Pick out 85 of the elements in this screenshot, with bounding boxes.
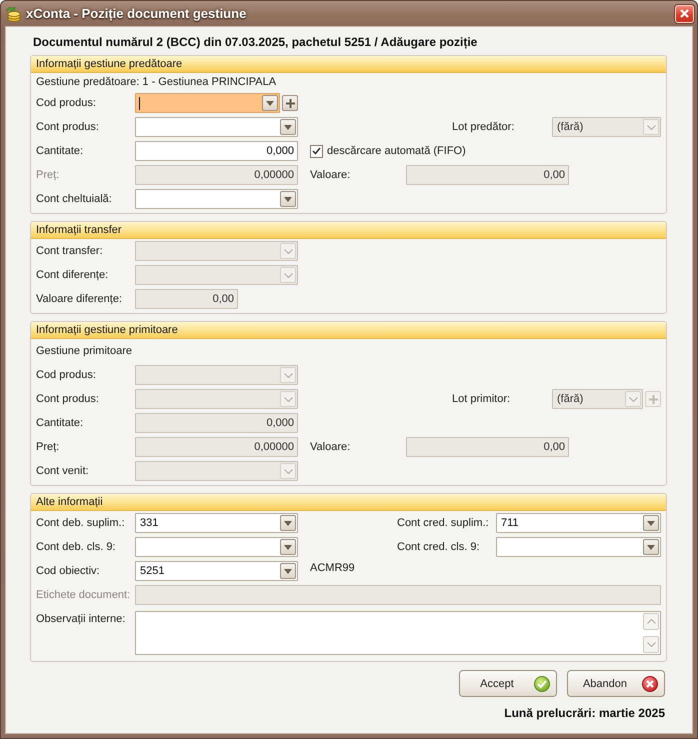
- accept-button[interactable]: Accept: [459, 670, 557, 697]
- caret-down-icon: [284, 544, 292, 550]
- field-label: Cont produs:: [36, 393, 99, 405]
- chevron-down-icon: [284, 468, 292, 474]
- dropdown-button[interactable]: [280, 539, 296, 555]
- field-label: Cantitate:: [36, 417, 84, 429]
- field-label: Cont deb. cls. 9:: [36, 541, 116, 553]
- chevron-down-icon: [646, 642, 656, 647]
- field-label: Lot predător:: [452, 121, 514, 133]
- plus-icon: [648, 394, 658, 404]
- text-area[interactable]: [135, 611, 661, 655]
- dropdown-field[interactable]: 5251: [135, 561, 298, 581]
- caret-down-icon: [266, 100, 274, 106]
- dropdown-field[interactable]: [135, 189, 298, 209]
- chevron-down-icon: [284, 272, 292, 278]
- close-button[interactable]: [675, 4, 694, 22]
- field-label: Cantitate:: [36, 145, 84, 157]
- field-label: Cont cred. suplim.:: [397, 517, 489, 529]
- dropdown-button[interactable]: [643, 515, 659, 531]
- field-label: Cod produs:: [36, 97, 96, 109]
- section-header: Informații transfer: [31, 222, 666, 239]
- cancel-button[interactable]: Abandon: [567, 670, 665, 697]
- dropdown-field[interactable]: 331: [135, 513, 298, 533]
- window-title: xConta - Poziție document gestiune: [26, 6, 246, 21]
- dropdown-button[interactable]: [280, 119, 296, 135]
- close-icon: [680, 9, 689, 18]
- status-text: Lună prelucrări: martie 2025: [504, 705, 665, 721]
- field-label: Preț:: [36, 169, 60, 181]
- chevron-down-icon: [284, 396, 292, 402]
- field-label: Cont cheltuială:: [36, 193, 112, 205]
- x-circle-icon: [642, 676, 658, 692]
- chevron-down-icon: [284, 372, 292, 378]
- dropdown-button[interactable]: [262, 95, 278, 111]
- field-label: Preț:: [36, 441, 60, 453]
- checkbox-label: descărcare automată (FIFO): [327, 145, 466, 157]
- text-cursor-icon: [139, 96, 140, 110]
- dropdown-field[interactable]: [135, 93, 280, 113]
- checkbox[interactable]: [310, 144, 323, 158]
- caret-down-icon: [647, 520, 655, 526]
- dropdown-button[interactable]: [280, 191, 296, 207]
- section-header: Informații gestiune primitoare: [31, 322, 666, 339]
- dropdown-field[interactable]: 711: [496, 513, 661, 533]
- check-circle-icon: [534, 676, 550, 692]
- caret-down-icon: [284, 124, 292, 130]
- document-heading: Documentul numărul 2 (BCC) din 07.03.2025, pachetul 5251 / Adăugare poziție: [32, 34, 478, 50]
- chevron-up-icon: [646, 619, 656, 624]
- caret-down-icon: [647, 544, 655, 550]
- plus-icon: [286, 98, 294, 108]
- coins-icon: [5, 6, 21, 22]
- chevron-down-icon: [284, 248, 292, 254]
- scroll-up-button[interactable]: [643, 613, 659, 630]
- info-text: Gestiune predătoare: 1 - Gestiunea PRINCIPALA: [36, 76, 276, 88]
- objective-code-text: ACMR99: [310, 561, 355, 575]
- chevron-down-icon: [628, 396, 638, 402]
- section-header: Alte informații: [31, 494, 666, 511]
- input-field[interactable]: 0,000: [135, 141, 298, 161]
- caret-down-icon: [284, 196, 292, 202]
- field-label: Observații interne:: [36, 613, 126, 625]
- field-label: Cont transfer:: [36, 245, 103, 257]
- dropdown-field[interactable]: [496, 537, 661, 557]
- dropdown-field[interactable]: [135, 117, 298, 137]
- add-button[interactable]: [282, 95, 298, 111]
- field-label: Cont cred. cls. 9:: [397, 541, 480, 553]
- dropdown-button[interactable]: [643, 539, 659, 555]
- dropdown-button[interactable]: [280, 563, 296, 579]
- dropdown-button[interactable]: [280, 515, 296, 531]
- field-label: Cont venit:: [36, 465, 89, 477]
- field-label: Cont diferențe:: [36, 269, 108, 281]
- chevron-down-icon: [646, 124, 656, 130]
- field-label: Cod obiectiv:: [36, 565, 100, 577]
- field-label: Etichete document:: [36, 589, 130, 601]
- field-label: Valoare:: [310, 169, 350, 181]
- field-label: Cont deb. suplim.:: [36, 517, 125, 529]
- check-icon: [312, 147, 321, 155]
- field-label: Cod produs:: [36, 369, 96, 381]
- field-label: Valoare:: [310, 441, 350, 453]
- scroll-down-button[interactable]: [643, 636, 659, 653]
- field-label: Gestiune primitoare: [36, 345, 132, 357]
- field-label: Lot primitor:: [452, 393, 510, 405]
- section-header: Informații gestiune predătoare: [31, 56, 666, 73]
- dropdown-field[interactable]: [135, 537, 298, 557]
- field-label: Cont produs:: [36, 121, 99, 133]
- field-label: Valoare diferențe:: [36, 293, 122, 305]
- caret-down-icon: [284, 568, 292, 574]
- caret-down-icon: [284, 520, 292, 526]
